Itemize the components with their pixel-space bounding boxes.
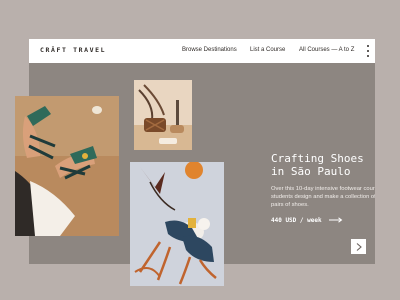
nav-link-browse-destinations[interactable]: Browse Destinations (182, 47, 237, 53)
nav-link-all-courses[interactable]: All Courses — A to Z (299, 47, 354, 53)
hero-title-line-1: Crafting Shoes (271, 152, 364, 165)
carousel-next-button[interactable] (351, 239, 366, 254)
handmade-sandals-photo (130, 162, 224, 286)
nav-link-list-a-course[interactable]: List a Course (250, 47, 285, 53)
sandals-on-feet-photo (15, 96, 119, 236)
top-navbar: CRÂFT TRAVEL Browse Destinations List a … (29, 39, 375, 63)
hero-title: Crafting Shoes in São Paulo (271, 152, 375, 178)
hero-title-line-2: in São Paulo (271, 165, 351, 178)
shoemaking-tools-photo (134, 80, 192, 150)
course-price: 440 USD / week (271, 217, 322, 224)
arrow-right-icon[interactable] (329, 217, 343, 223)
hero-description: Over this 10-day intensive footwear cour… (271, 186, 375, 208)
brand-logo[interactable]: CRÂFT TRAVEL (40, 46, 106, 54)
more-vertical-icon[interactable] (366, 45, 369, 57)
chevron-right-icon (356, 242, 362, 251)
